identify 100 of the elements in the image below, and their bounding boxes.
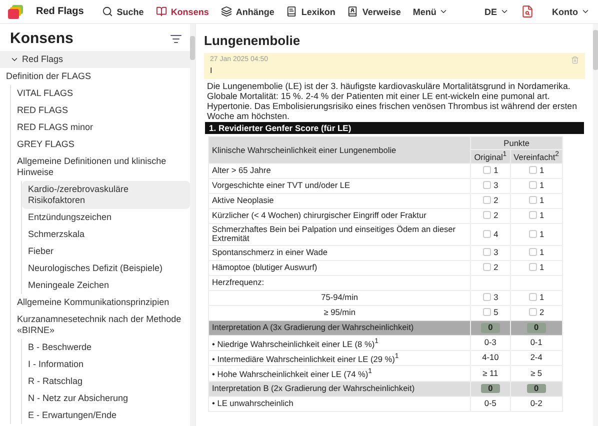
scrollbar-thumb[interactable] xyxy=(593,30,598,70)
checkbox[interactable] xyxy=(482,166,491,174)
intro-paragraph: Die Lungenembolie (LE) ist der 3. häufigste kardiovaskuläre Mortalitätsgrund in Nordamerika. Globale Mortalität: 15 %. 2-4 % der Patienten mit einer LE ent-wickeln eine pumonal art. Hypertonie. Das Embolisierungsrisiko eines frischen venösen Thrombus ist während der ersten Woche am höchsten. xyxy=(207,81,578,121)
table-cell: Alter > 65 Jahre xyxy=(208,163,471,178)
points-cell: 1 xyxy=(510,178,562,194)
language-dropdown[interactable]: DE xyxy=(484,6,509,16)
checkbox[interactable] xyxy=(528,181,536,190)
chevron-icon xyxy=(500,7,509,16)
tree-item[interactable]: B - Beschwerde xyxy=(22,339,190,356)
tree-item[interactable]: Meningeale Zeichen xyxy=(22,277,190,294)
points-cell: 1 xyxy=(510,260,562,276)
tree-item[interactable]: Entzündungszeichen xyxy=(22,209,190,226)
points-cell: 4 xyxy=(470,223,510,246)
checkbox[interactable] xyxy=(528,166,536,174)
checkbox[interactable] xyxy=(528,230,536,238)
tree-item[interactable]: E - Erwartungen/Ende xyxy=(22,407,190,424)
sidebar-title: Konsens xyxy=(10,30,74,47)
checkbox[interactable] xyxy=(482,308,491,316)
table-cell: • Niedrige Wahrscheinlichkeit einer LE (8 %)$^{1}$ xyxy=(208,335,471,351)
account-dropdown[interactable]: Konto xyxy=(552,6,590,16)
table-cell: Aktive Neoplasie xyxy=(208,193,471,208)
tree-item[interactable]: Kardio-/zerebrovaskuläre Risikofaktoren xyxy=(22,181,190,209)
table-cell: • Intermediäre Wahrscheinlichkeit einer LE (29 %)$^{1}$ xyxy=(208,350,471,366)
table-cell: 0-1 xyxy=(510,335,562,351)
points-cell: 1 xyxy=(510,290,562,306)
tree-item[interactable]: VITAL FLAGS xyxy=(11,85,190,102)
table-cell: 0-3 xyxy=(470,335,510,351)
tree-item[interactable]: Allgemeine Definitionen und klinische Hinweise xyxy=(11,153,190,181)
tree-item[interactable]: Neurologisches Defizit (Beispiele) xyxy=(22,260,190,277)
book-text-icon xyxy=(286,6,298,17)
book-user-icon xyxy=(347,6,358,17)
points-cell: 2 xyxy=(510,305,562,320)
nav-link[interactable]: Konsens xyxy=(156,6,209,17)
checkbox[interactable] xyxy=(528,196,536,204)
tree-item[interactable]: Schmerzskala xyxy=(22,226,190,243)
checkbox[interactable] xyxy=(482,211,491,220)
scrollbar-thumb[interactable] xyxy=(190,36,195,60)
nav-link[interactable]: Verweise xyxy=(347,6,401,17)
checkbox[interactable] xyxy=(482,248,491,256)
table-cell: Interpretation B (2x Gradierung der Wahrscheinlichkeit) xyxy=(208,381,471,396)
points-cell: 1 xyxy=(510,223,562,246)
points-cell: 5 xyxy=(470,305,510,320)
layers-icon xyxy=(220,6,232,17)
chevron-icon xyxy=(439,7,448,16)
tree-item[interactable]: Definition der FLAGS xyxy=(0,68,190,85)
menu-dropdown[interactable]: Menü xyxy=(412,6,448,16)
tree-item[interactable]: RED FLAGS xyxy=(11,102,190,119)
chevron-icon xyxy=(10,55,19,64)
checkbox[interactable] xyxy=(528,308,536,316)
checkbox[interactable] xyxy=(482,293,491,302)
points-cell: 1 xyxy=(510,245,562,260)
nav-link[interactable]: Anhänge xyxy=(220,6,274,17)
list-icon[interactable] xyxy=(170,32,182,44)
checkbox[interactable] xyxy=(482,181,491,190)
table-cell: 0-5 xyxy=(470,396,510,412)
tree-item[interactable]: Kurzanamnesetechnik nach der Methode «BIRNE» xyxy=(11,311,190,339)
table-cell: Kürzlicher (< 4 Wochen) chirurgischer Eingriff oder Fraktur xyxy=(208,208,471,224)
scrollbar[interactable] xyxy=(190,24,195,426)
column-header: Klinische Wahrscheinlichkeit einer Lungenembolie xyxy=(208,136,471,164)
points-cell: 1 xyxy=(510,208,562,224)
checkbox[interactable] xyxy=(528,263,536,272)
points-cell: 3 xyxy=(470,178,510,194)
scrollbar[interactable] xyxy=(593,24,598,426)
table-cell: Vorgeschichte einer TVT und/oder LE xyxy=(208,178,471,194)
checkbox[interactable] xyxy=(482,196,491,204)
nav-link[interactable]: Suche xyxy=(102,6,144,17)
points-cell: 1 xyxy=(510,163,562,178)
points-cell: 1 xyxy=(510,193,562,208)
points-cell: 3 xyxy=(470,290,510,306)
score-badge: 0 xyxy=(527,384,546,394)
table-cell: ≥ 95/min xyxy=(208,305,471,320)
table-cell: 0-2 xyxy=(510,396,562,412)
checkbox[interactable] xyxy=(528,211,536,220)
table-cell: • Hohe Wahrscheinlichkeit einer LE (74 %)$^{1}$ xyxy=(208,366,471,382)
tree-item[interactable]: RED FLAGS minor xyxy=(11,119,190,136)
document-search-icon[interactable] xyxy=(521,5,534,18)
tree-item[interactable]: R - Ratschlag xyxy=(22,373,190,390)
tree-item[interactable]: GREY FLAGS xyxy=(11,136,190,153)
score-badge: 0 xyxy=(481,384,500,394)
tree-item[interactable]: Allgemeine Kommunikationsprinzipien xyxy=(11,294,190,311)
table-cell: Schmerzhaftes Bein bei Palpation und einseitiges Ödem an dieser Extremität xyxy=(208,223,471,246)
points-cell: 2 xyxy=(470,260,510,276)
table-cell: Herzfrequenz: xyxy=(208,275,471,290)
trash-icon[interactable] xyxy=(571,56,579,64)
table-cell: Spontanschmerz in einer Wade xyxy=(208,245,471,260)
checkbox[interactable] xyxy=(482,230,491,238)
checkbox[interactable] xyxy=(482,263,491,272)
score-badge: 0 xyxy=(527,323,546,333)
nav-link[interactable]: Lexikon xyxy=(286,6,336,17)
tree-item[interactable]: I - Information xyxy=(22,356,190,373)
tree-item[interactable]: Fieber xyxy=(22,243,190,260)
table-cell: • LE unwahrscheinlich xyxy=(208,396,471,412)
logo-icon xyxy=(8,4,24,18)
checkbox[interactable] xyxy=(528,248,536,256)
note-text: I xyxy=(210,66,214,75)
checkbox[interactable] xyxy=(528,293,536,302)
tree-item[interactable]: N - Netz zur Absicherung xyxy=(22,390,190,407)
table-cell: Interpretation A (3x Gradierung der Wahrscheinlichkeit) xyxy=(208,320,471,336)
chevron-icon xyxy=(581,7,590,16)
tree-item[interactable]: Red Flags xyxy=(0,51,190,68)
